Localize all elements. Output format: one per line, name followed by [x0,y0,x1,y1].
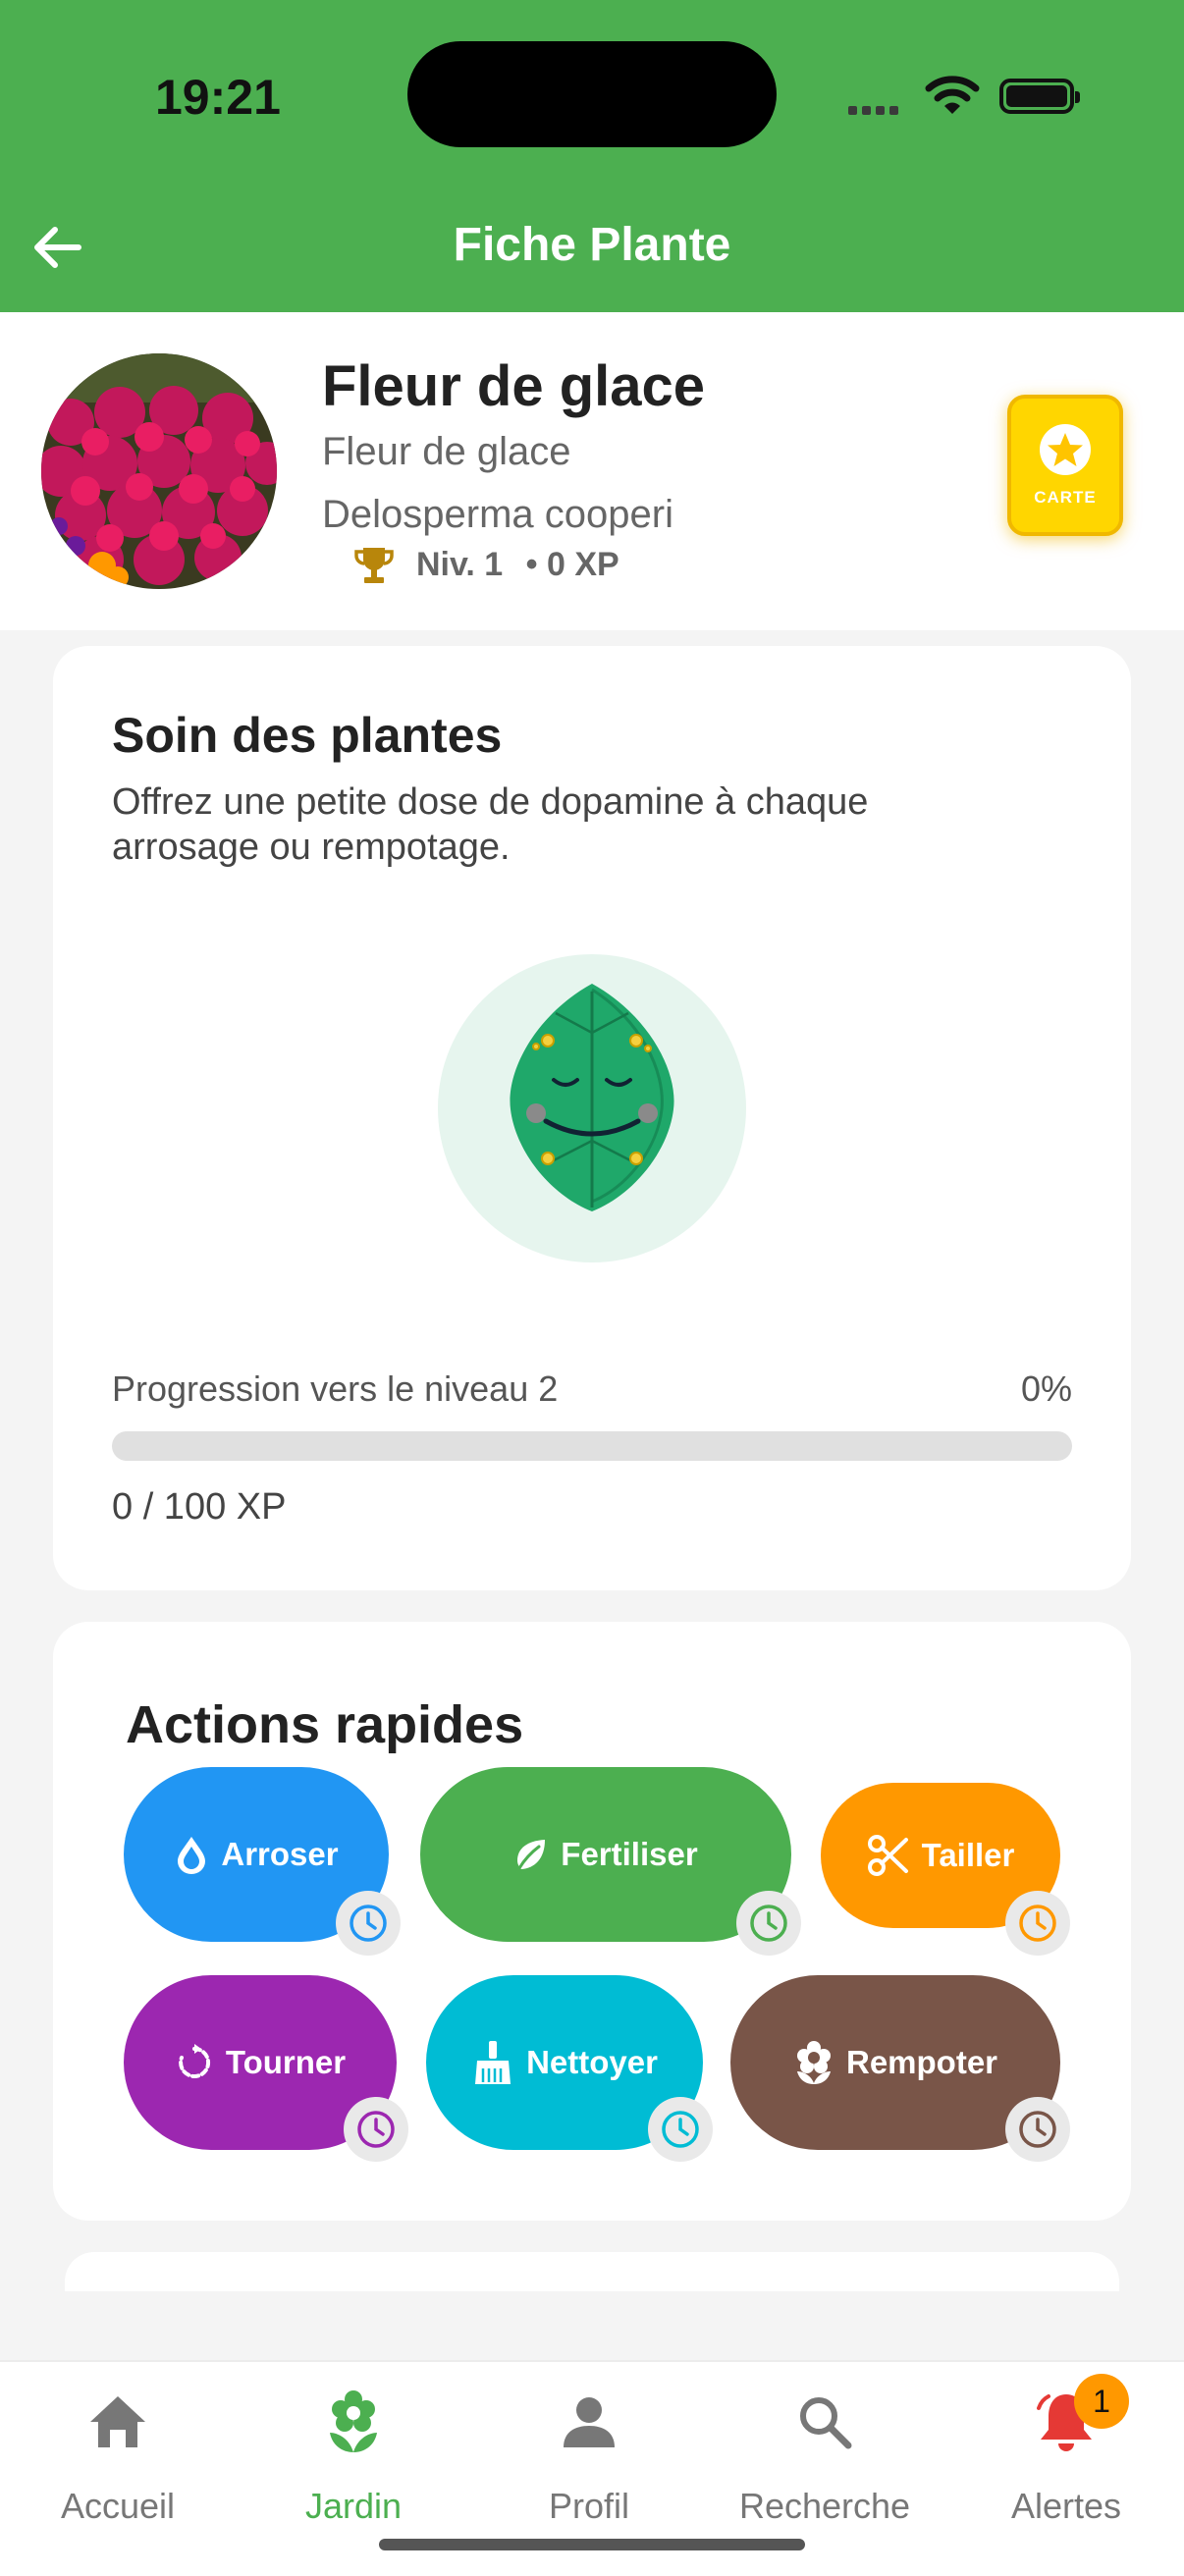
quick-actions-title: Actions rapides [126,1695,524,1754]
xp-text: • 0 XP [525,546,619,583]
search-icon [800,2397,852,2449]
xp-progress: 0 / 100 XP [112,1486,287,1528]
plant-photo[interactable] [41,353,277,589]
status-time: 19:21 [155,70,281,125]
clock-icon [750,1905,787,1942]
care-title: Soin des plantes [112,708,503,763]
prune-schedule-button[interactable] [1005,1891,1070,1956]
plant-name: Fleur de glace [322,354,706,418]
care-description: Offrez une petite dose de dopamine à cha… [112,781,869,868]
page-title: Fiche Plante [453,219,731,271]
fertilize-schedule-button[interactable] [736,1891,801,1956]
progress-percent: 0% [1020,1368,1072,1409]
nav-label-search: Recherche [738,2486,911,2526]
broom-icon [475,2041,511,2084]
clock-icon [1019,1905,1056,1942]
clock-icon [350,1905,387,1942]
water-schedule-button[interactable] [336,1891,401,1956]
rotate-button-label: Tourner [225,2044,347,2080]
rotate-schedule-button[interactable] [344,2097,408,2162]
person-icon [564,2397,615,2447]
repot-schedule-button[interactable] [1005,2097,1070,2162]
next-card-peek [65,2252,1119,2291]
nav-item-alerts[interactable]: Alertes [948,2386,1184,2527]
clock-icon [357,2111,395,2148]
nav-item-search[interactable]: Recherche [707,2386,942,2527]
trophy-icon [353,546,395,590]
leaf-mascot-icon [510,984,674,1211]
star-icon [1040,424,1091,475]
clock-icon [1019,2111,1056,2148]
clock-icon [662,2111,699,2148]
nav-label-alerts: Alertes [1010,2486,1122,2526]
battery-icon [999,79,1080,114]
nav-label-profile: Profil [548,2486,630,2526]
leaf-icon [517,1840,546,1870]
plant-scientific-name: Delosperma cooperi [322,493,673,536]
home-icon [90,2396,145,2447]
fertilize-button[interactable]: Fertiliser [420,1767,791,1942]
water-drop-icon [178,1837,206,1874]
level-text: Niv. 1 [416,546,504,583]
wifi-icon [925,73,980,121]
fertilize-button-label: Fertiliser [561,1836,698,1872]
card-button[interactable]: CARTE [1007,395,1123,536]
leaf-mascot [438,954,746,1262]
progress-bar [112,1431,1072,1461]
water-button-label: Arroser [221,1836,339,1872]
plant-common-name: Fleur de glace [322,430,571,473]
flower-icon [330,2390,377,2452]
nav-item-home[interactable]: Accueil [0,2386,236,2527]
alerts-badge: 1 [1074,2374,1129,2429]
nav-label-home: Accueil [60,2486,176,2526]
progress-label: Progression vers le niveau 2 [112,1368,559,1409]
plant-level: Niv. 1 • 0 XP [416,546,619,584]
card-button-label: CARTE [1034,488,1097,507]
nav-label-garden: Jardin [304,2486,403,2526]
scissors-icon [867,1835,908,1876]
rotate-icon [178,2044,210,2078]
flower-icon [796,2041,831,2084]
clean-schedule-button[interactable] [648,2097,713,2162]
signal-icon [848,102,903,120]
dynamic-island [407,41,777,147]
home-indicator[interactable] [379,2539,805,2550]
nav-item-profile[interactable]: Profil [471,2386,707,2527]
nav-item-garden[interactable]: Jardin [236,2386,471,2527]
repot-button-label: Rempoter [845,2044,998,2080]
clean-button-label: Nettoyer [526,2044,658,2080]
prune-button-label: Tailler [921,1837,1015,1873]
